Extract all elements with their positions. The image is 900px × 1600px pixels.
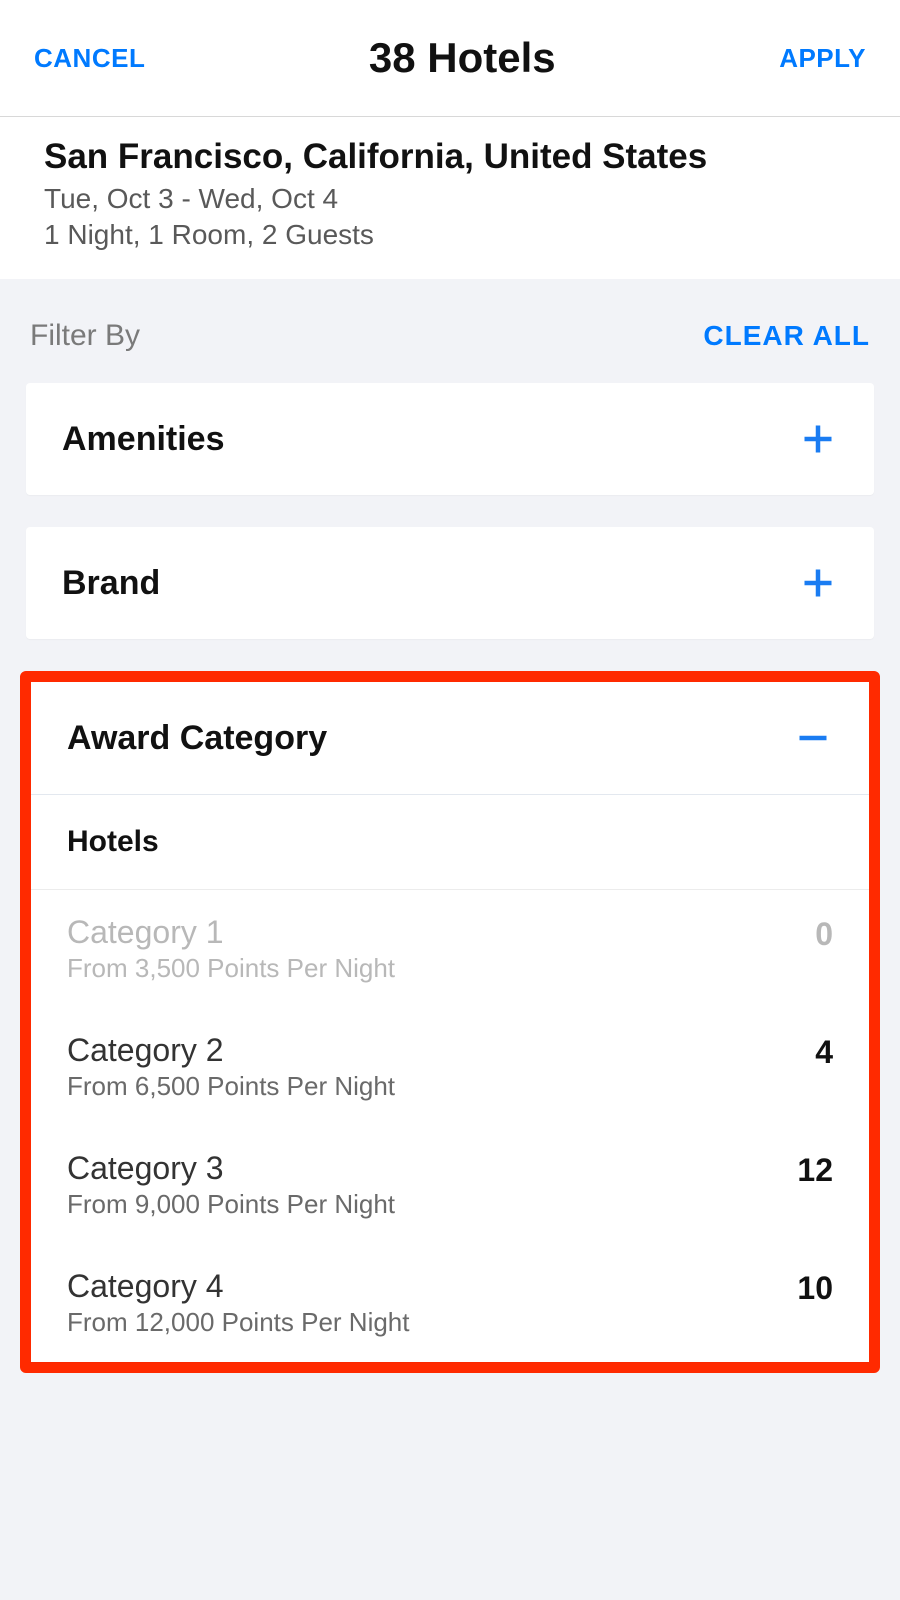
minus-icon (793, 718, 833, 758)
award-category-row[interactable]: Category 3 From 9,000 Points Per Night 1… (31, 1126, 869, 1244)
highlight-annotation: Award Category Hotels Category 1 From 3,… (20, 671, 880, 1373)
filter-brand[interactable]: Brand (26, 527, 874, 639)
filter-header: Filter By CLEAR ALL (0, 279, 900, 383)
cancel-button[interactable]: CANCEL (34, 43, 145, 74)
filter-brand-head[interactable]: Brand (26, 527, 874, 639)
search-location: San Francisco, California, United States (44, 137, 856, 177)
clear-all-button[interactable]: CLEAR ALL (703, 320, 870, 352)
filter-brand-title: Brand (62, 564, 160, 603)
award-category-sub: From 12,000 Points Per Night (67, 1307, 797, 1338)
award-category-name: Category 1 (67, 914, 815, 951)
award-category-row[interactable]: Category 1 From 3,500 Points Per Night 0 (31, 890, 869, 1008)
filter-award-category: Award Category Hotels Category 1 From 3,… (31, 682, 869, 1362)
award-category-name: Category 2 (67, 1032, 815, 1069)
filter-by-label: Filter By (30, 319, 140, 353)
filter-amenities[interactable]: Amenities (26, 383, 874, 495)
filter-award-head[interactable]: Award Category (31, 682, 869, 794)
award-category-sub: From 6,500 Points Per Night (67, 1071, 815, 1102)
award-category-name: Category 3 (67, 1150, 797, 1187)
award-category-count: 0 (815, 914, 833, 953)
search-summary: San Francisco, California, United States… (0, 117, 900, 279)
award-category-row[interactable]: Category 4 From 12,000 Points Per Night … (31, 1244, 869, 1362)
award-category-sub: From 9,000 Points Per Night (67, 1189, 797, 1220)
award-category-count: 4 (815, 1032, 833, 1071)
award-category-sub: From 3,500 Points Per Night (67, 953, 815, 984)
award-category-count: 12 (797, 1150, 833, 1189)
filter-award-title: Award Category (67, 719, 327, 758)
search-details: 1 Night, 1 Room, 2 Guests (44, 219, 856, 251)
award-category-name: Category 4 (67, 1268, 797, 1305)
plus-icon (798, 419, 838, 459)
award-category-count: 10 (797, 1268, 833, 1307)
search-dates: Tue, Oct 3 - Wed, Oct 4 (44, 183, 856, 215)
page-title: 38 Hotels (369, 34, 556, 82)
apply-button[interactable]: APPLY (779, 43, 866, 74)
filter-amenities-head[interactable]: Amenities (26, 383, 874, 495)
plus-icon (798, 563, 838, 603)
award-category-row[interactable]: Category 2 From 6,500 Points Per Night 4 (31, 1008, 869, 1126)
filter-amenities-title: Amenities (62, 420, 225, 459)
header-bar: CANCEL 38 Hotels APPLY (0, 0, 900, 117)
award-subhead: Hotels (31, 795, 869, 890)
